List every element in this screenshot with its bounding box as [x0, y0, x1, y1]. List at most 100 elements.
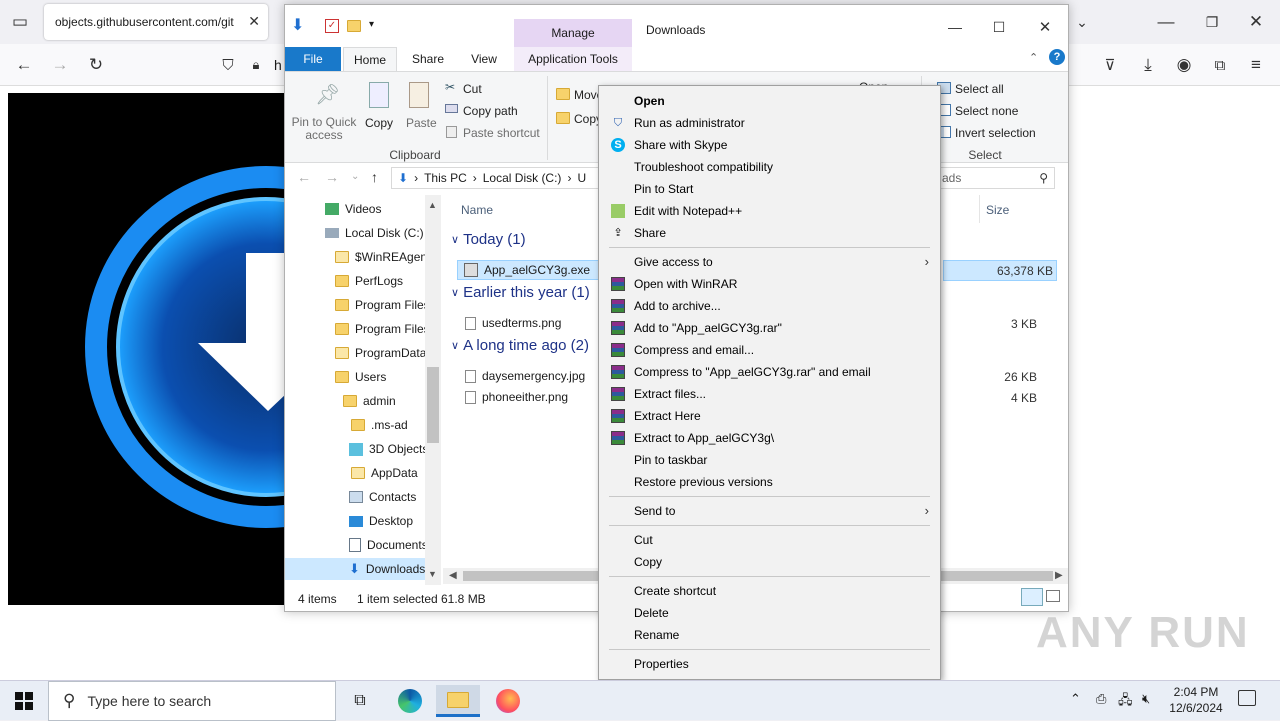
file-explorer-taskbar-icon[interactable]: [436, 685, 480, 717]
back-icon[interactable]: ←: [10, 51, 38, 79]
tab-list-icon[interactable]: ▭: [6, 8, 34, 36]
account-icon[interactable]: ◉: [1170, 51, 1198, 79]
firefox-icon[interactable]: [486, 685, 530, 717]
tab-home[interactable]: Home: [343, 47, 397, 71]
menu-item-open[interactable]: Open: [600, 90, 939, 112]
menu-item-run-as-admin[interactable]: ⛉ Run as administrator: [600, 112, 939, 134]
tab-file[interactable]: File: [285, 47, 341, 71]
nav-item-programdata[interactable]: ProgramData: [335, 342, 426, 364]
nav-item-ms-ad[interactable]: .ms-ad: [351, 414, 408, 436]
volume-muted-icon[interactable]: 🔇︎: [1142, 691, 1150, 707]
taskbar-search-box[interactable]: ⚲ Type here to search: [48, 681, 336, 721]
shield-icon[interactable]: ⛉: [214, 51, 242, 79]
menu-icon[interactable]: ≡: [1242, 51, 1270, 79]
cut-button[interactable]: Cut: [463, 82, 482, 96]
maximize-explorer-icon[interactable]: ☐: [985, 13, 1013, 41]
nav-item-documents[interactable]: Documents: [349, 534, 428, 556]
tray-overflow-chevron-icon[interactable]: ⌃: [1070, 691, 1081, 707]
new-folder-icon[interactable]: [347, 20, 361, 35]
menu-item-share[interactable]: ⇪ Share: [600, 222, 939, 244]
qat-dropdown-icon[interactable]: ▾: [369, 19, 374, 30]
menu-item-share-skype[interactable]: S Share with Skype: [600, 134, 939, 156]
menu-item-add-archive[interactable]: Add to archive...: [600, 295, 939, 317]
tray-device-icon[interactable]: ⎙: [1096, 691, 1106, 707]
scroll-left-icon[interactable]: ◀: [449, 570, 457, 581]
minimize-browser-icon[interactable]: —: [1152, 8, 1180, 36]
menu-item-troubleshoot[interactable]: Troubleshoot compatibility: [600, 156, 939, 178]
properties-icon[interactable]: ✓: [325, 19, 339, 33]
menu-item-compress-rar-email[interactable]: Compress to "App_aelGCY3g.rar" and email: [600, 361, 939, 383]
nav-scrollbar[interactable]: ▲ ▼: [425, 195, 441, 585]
invert-selection-button[interactable]: Invert selection: [955, 126, 1036, 140]
menu-item-delete[interactable]: Delete: [600, 602, 939, 624]
taskbar-clock[interactable]: 2:04 PM 12/6/2024: [1168, 684, 1224, 716]
paste-shortcut-button[interactable]: Paste shortcut: [463, 126, 540, 140]
file-row[interactable]: usedterms.png: [465, 313, 561, 333]
breadcrumb-users[interactable]: U: [577, 171, 586, 185]
select-none-button[interactable]: Select none: [955, 104, 1018, 118]
large-icons-view-icon[interactable]: [1046, 590, 1060, 602]
back-nav-icon[interactable]: ←: [297, 169, 311, 185]
nav-item-contacts[interactable]: Contacts: [349, 486, 416, 508]
column-header-size[interactable]: Size: [986, 203, 1009, 217]
forward-icon[interactable]: →: [46, 51, 74, 79]
tab-application-tools[interactable]: Application Tools: [514, 47, 632, 71]
reload-icon[interactable]: ↻: [82, 51, 110, 79]
scroll-up-icon[interactable]: ▲: [428, 200, 437, 210]
file-row-selected[interactable]: App_aelGCY3g.exe: [457, 260, 599, 280]
nav-item-local-disk[interactable]: Local Disk (C:): [325, 222, 424, 244]
menu-item-properties[interactable]: Properties: [600, 653, 939, 675]
copy-path-button[interactable]: Copy path: [463, 104, 518, 118]
details-view-icon[interactable]: [1021, 588, 1043, 606]
select-all-button[interactable]: Select all: [955, 82, 1004, 96]
browser-tab[interactable]: objects.githubusercontent.com/git ✕: [44, 4, 268, 40]
nav-item-videos[interactable]: Videos: [325, 198, 381, 220]
group-header-today[interactable]: ∨ Today (1): [451, 231, 526, 248]
nav-item-program-files-x86[interactable]: Program Files: [335, 318, 430, 340]
close-explorer-icon[interactable]: ✕: [1031, 13, 1059, 41]
recent-locations-icon[interactable]: ⌄: [351, 171, 359, 182]
lock-icon[interactable]: 🔒︎: [242, 51, 270, 79]
pin-quick-access-button[interactable]: Pin to Quick access: [291, 116, 357, 142]
menu-item-edit-notepadpp[interactable]: Edit with Notepad++: [600, 200, 939, 222]
menu-item-open-winrar[interactable]: Open with WinRAR: [600, 273, 939, 295]
tab-overflow-chevron-icon[interactable]: ⌄: [1068, 8, 1096, 36]
group-header-long-time-ago[interactable]: ∨ A long time ago (2): [451, 337, 589, 354]
restore-browser-icon[interactable]: ❐: [1198, 8, 1226, 36]
nav-item-program-files[interactable]: Program Files: [335, 294, 430, 316]
scroll-down-icon[interactable]: ▼: [428, 569, 437, 579]
pocket-icon[interactable]: ⊽: [1096, 51, 1124, 79]
nav-item-3d-objects[interactable]: 3D Objects: [349, 438, 428, 460]
search-field[interactable]: ads ⚲: [937, 167, 1055, 189]
close-browser-icon[interactable]: ✕: [1242, 8, 1270, 36]
menu-item-pin-start[interactable]: Pin to Start: [600, 178, 939, 200]
help-icon[interactable]: ?: [1049, 49, 1065, 65]
menu-item-extract-files[interactable]: Extract files...: [600, 383, 939, 405]
tab-share[interactable]: Share: [403, 47, 453, 71]
group-header-earlier-this-year[interactable]: ∨ Earlier this year (1): [451, 284, 590, 301]
url-text[interactable]: h: [274, 57, 282, 73]
breadcrumb-this-pc[interactable]: This PC: [424, 171, 467, 185]
close-tab-icon[interactable]: ✕: [248, 13, 260, 30]
nav-item-desktop[interactable]: Desktop: [349, 510, 413, 532]
menu-item-rename[interactable]: Rename: [600, 624, 939, 646]
menu-item-create-shortcut[interactable]: Create shortcut: [600, 580, 939, 602]
network-icon[interactable]: 🖧︎: [1118, 691, 1133, 713]
menu-item-add-to-rar[interactable]: Add to "App_aelGCY3g.rar": [600, 317, 939, 339]
extensions-icon[interactable]: ⧉: [1206, 51, 1234, 79]
nav-item-admin[interactable]: admin: [343, 390, 396, 412]
menu-item-send-to[interactable]: Send to ›: [600, 500, 939, 522]
column-header-name[interactable]: Name: [461, 203, 493, 217]
scroll-right-icon[interactable]: ▶: [1055, 570, 1063, 581]
menu-item-compress-email[interactable]: Compress and email...: [600, 339, 939, 361]
menu-item-give-access[interactable]: Give access to ›: [600, 251, 939, 273]
minimize-explorer-icon[interactable]: —: [941, 13, 969, 41]
menu-item-pin-taskbar[interactable]: Pin to taskbar: [600, 449, 939, 471]
notification-icon[interactable]: [1238, 690, 1256, 706]
menu-item-extract-here[interactable]: Extract Here: [600, 405, 939, 427]
breadcrumb-local-disk[interactable]: Local Disk (C:): [483, 171, 562, 185]
nav-item-winreagent[interactable]: $WinREAgent: [335, 246, 430, 268]
file-row[interactable]: phoneeither.png: [465, 387, 568, 407]
edge-icon[interactable]: [388, 685, 432, 717]
nav-item-appdata[interactable]: AppData: [351, 462, 418, 484]
